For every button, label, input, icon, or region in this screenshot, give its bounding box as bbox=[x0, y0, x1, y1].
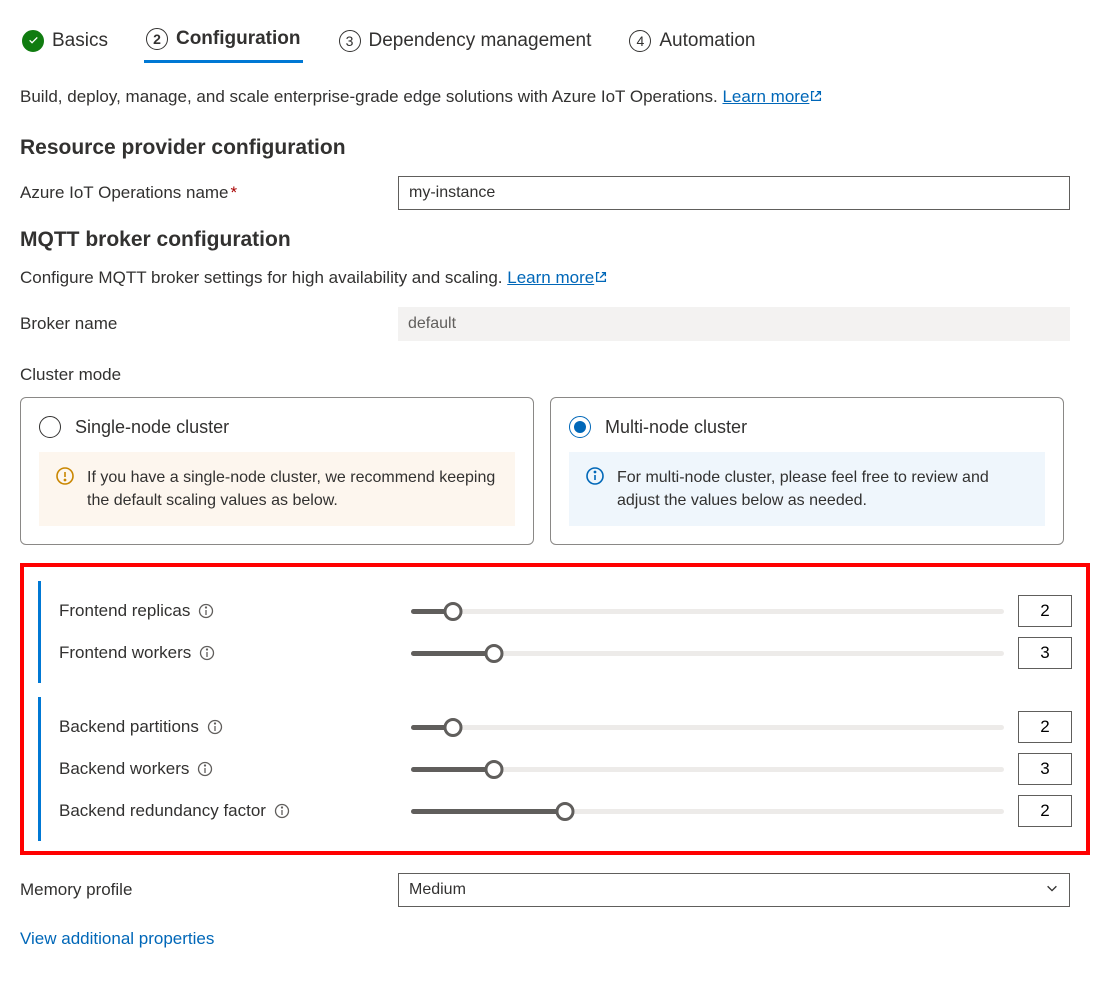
info-icon[interactable] bbox=[197, 761, 213, 777]
scaling-sliders-highlight: Frontend replicas Frontend workers Backe… bbox=[20, 563, 1090, 855]
backend-partitions-row: Backend partitions bbox=[59, 711, 1072, 743]
mqtt-heading: MQTT broker configuration bbox=[20, 228, 1090, 252]
multi-node-info: For multi-node cluster, please feel free… bbox=[569, 452, 1045, 526]
frontend-workers-value[interactable] bbox=[1018, 637, 1072, 669]
cluster-mode-options: Single-node cluster If you have a single… bbox=[20, 397, 1090, 545]
broker-name-label: Broker name bbox=[20, 314, 398, 334]
backend-workers-value[interactable] bbox=[1018, 753, 1072, 785]
step-number-2: 2 bbox=[146, 28, 168, 50]
memory-profile-row: Memory profile Medium bbox=[20, 873, 1090, 907]
tab-configuration-label: Configuration bbox=[176, 28, 301, 50]
radio-icon bbox=[569, 416, 591, 438]
memory-profile-label: Memory profile bbox=[20, 880, 398, 900]
resource-heading: Resource provider configuration bbox=[20, 136, 1090, 160]
frontend-replicas-slider[interactable] bbox=[411, 601, 1004, 621]
tab-dependency-label: Dependency management bbox=[369, 30, 592, 52]
backend-redundancy-slider[interactable] bbox=[411, 801, 1004, 821]
check-icon bbox=[22, 30, 44, 52]
chevron-down-icon bbox=[1045, 881, 1059, 900]
aio-name-row: Azure IoT Operations name* bbox=[20, 176, 1090, 210]
backend-partitions-slider[interactable] bbox=[411, 717, 1004, 737]
learn-more-link[interactable]: Learn more bbox=[722, 87, 823, 106]
tab-configuration[interactable]: 2 Configuration bbox=[144, 20, 303, 63]
single-node-info: If you have a single-node cluster, we re… bbox=[39, 452, 515, 526]
info-icon bbox=[55, 466, 75, 512]
mqtt-learn-more-link[interactable]: Learn more bbox=[507, 268, 608, 287]
tab-automation-label: Automation bbox=[659, 30, 755, 52]
single-node-card[interactable]: Single-node cluster If you have a single… bbox=[20, 397, 534, 545]
external-link-icon bbox=[594, 269, 608, 289]
backend-workers-row: Backend workers bbox=[59, 753, 1072, 785]
view-additional-properties-link[interactable]: View additional properties bbox=[20, 929, 214, 948]
mqtt-subtext: Configure MQTT broker settings for high … bbox=[20, 268, 1090, 289]
tab-automation[interactable]: 4 Automation bbox=[627, 22, 757, 62]
backend-partitions-value[interactable] bbox=[1018, 711, 1072, 743]
frontend-replicas-value[interactable] bbox=[1018, 595, 1072, 627]
backend-group: Backend partitions Backend workers Backe… bbox=[38, 697, 1072, 841]
tab-dependency[interactable]: 3 Dependency management bbox=[337, 22, 594, 62]
frontend-group: Frontend replicas Frontend workers bbox=[38, 581, 1072, 683]
backend-redundancy-row: Backend redundancy factor bbox=[59, 795, 1072, 827]
backend-workers-slider[interactable] bbox=[411, 759, 1004, 779]
info-icon bbox=[585, 466, 605, 512]
aio-name-input[interactable] bbox=[398, 176, 1070, 210]
memory-profile-select[interactable]: Medium bbox=[398, 873, 1070, 907]
info-icon[interactable] bbox=[199, 645, 215, 661]
tab-basics[interactable]: Basics bbox=[20, 22, 110, 62]
additional-properties: View additional properties bbox=[20, 929, 1090, 949]
tab-basics-label: Basics bbox=[52, 30, 108, 52]
broker-name-row: Broker name bbox=[20, 307, 1090, 341]
info-icon[interactable] bbox=[274, 803, 290, 819]
cluster-mode-label: Cluster mode bbox=[20, 365, 1090, 385]
step-number-4: 4 bbox=[629, 30, 651, 52]
intro-text: Build, deploy, manage, and scale enterpr… bbox=[20, 87, 1090, 108]
info-icon[interactable] bbox=[198, 603, 214, 619]
aio-name-label: Azure IoT Operations name* bbox=[20, 183, 398, 203]
multi-node-title: Multi-node cluster bbox=[605, 417, 747, 438]
radio-icon bbox=[39, 416, 61, 438]
step-number-3: 3 bbox=[339, 30, 361, 52]
single-node-title: Single-node cluster bbox=[75, 417, 229, 438]
info-icon[interactable] bbox=[207, 719, 223, 735]
frontend-workers-row: Frontend workers bbox=[59, 637, 1072, 669]
backend-redundancy-value[interactable] bbox=[1018, 795, 1072, 827]
wizard-tabs: Basics 2 Configuration 3 Dependency mana… bbox=[20, 20, 1090, 63]
frontend-workers-slider[interactable] bbox=[411, 643, 1004, 663]
external-link-icon bbox=[809, 88, 823, 108]
broker-name-input bbox=[398, 307, 1070, 341]
multi-node-card[interactable]: Multi-node cluster For multi-node cluste… bbox=[550, 397, 1064, 545]
frontend-replicas-row: Frontend replicas bbox=[59, 595, 1072, 627]
